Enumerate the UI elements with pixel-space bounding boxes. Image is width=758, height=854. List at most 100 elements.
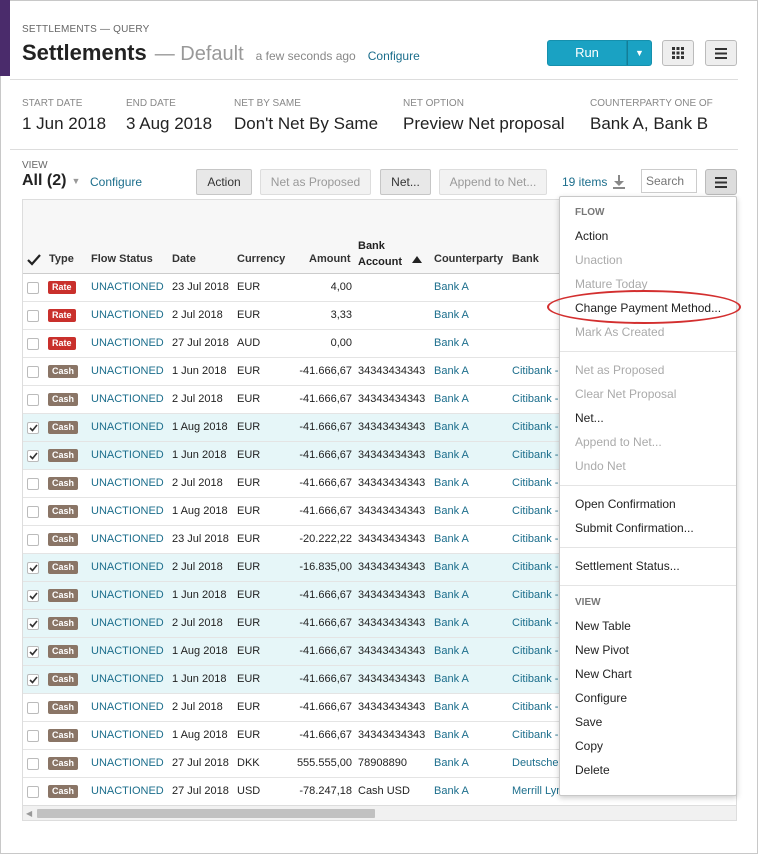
menu-item-unaction[interactable]: Unaction [575,253,622,267]
row-checkbox[interactable] [27,758,39,770]
counterparty-cell[interactable]: Bank A [434,666,469,693]
amount-cell: -41.666,67 [299,701,352,713]
col-date[interactable]: Date [172,253,196,265]
counterparty-cell[interactable]: Bank A [434,638,469,665]
row-checkbox[interactable] [27,730,39,742]
menu-item-new-chart[interactable]: New Chart [575,667,632,681]
menu-item-copy[interactable]: Copy [575,739,603,753]
row-checkbox[interactable] [27,394,39,406]
menu-item-mature-today[interactable]: Mature Today [575,277,648,291]
menu-item-clear-net-proposal[interactable]: Clear Net Proposal [575,387,676,401]
counterparty-cell[interactable]: Bank A [434,694,469,721]
sort-ascending-icon[interactable] [412,256,422,263]
col-bank[interactable]: Bank [512,253,539,265]
flow-status-cell: UNACTIONED [91,701,164,713]
menu-item-change-payment-method[interactable]: Change Payment Method... [575,301,721,315]
action-button[interactable]: Action [196,169,252,195]
net-as-proposed-button[interactable]: Net as Proposed [260,169,371,195]
bank-account-cell: 34343434343 [358,449,426,461]
run-query-button[interactable]: Run Query [547,40,627,84]
counterparty-cell[interactable]: Bank A [434,498,469,525]
col-counterparty[interactable]: Counterparty [434,253,503,265]
col-flow-status[interactable]: Flow Status [91,253,153,265]
select-all-checkmark-icon[interactable] [27,254,41,266]
counterparty-cell[interactable]: Bank A [434,470,469,497]
counterparty-cell[interactable]: Bank A [434,610,469,637]
download-icon[interactable] [613,175,626,189]
row-checkbox[interactable] [27,478,39,490]
counterparty-cell[interactable]: Bank A [434,778,469,805]
row-checkbox[interactable] [27,562,39,574]
row-checkbox[interactable] [27,674,39,686]
col-bank-account[interactable]: Bank Account [358,238,402,270]
counterparty-cell[interactable]: Bank A [434,554,469,581]
param-net-option[interactable]: NET OPTION Preview Net proposal [403,98,565,134]
checkmark-icon [28,676,38,684]
row-checkbox[interactable] [27,338,39,350]
net-button[interactable]: Net... [380,169,431,195]
configure-query-link[interactable]: Configure [368,49,420,63]
menu-item-submit-confirmation[interactable]: Submit Confirmation... [575,521,694,535]
counterparty-cell[interactable]: Bank A [434,442,469,469]
counterparty-cell[interactable]: Bank A [434,526,469,553]
menu-item-open-confirmation[interactable]: Open Confirmation [575,497,676,511]
view-selector[interactable]: All (2) ▼ [22,172,80,190]
counterparty-cell[interactable]: Bank A [434,582,469,609]
row-checkbox[interactable] [27,786,39,798]
counterparty-cell[interactable]: Bank A [434,386,469,413]
row-checkbox[interactable] [27,422,39,434]
row-checkbox[interactable] [27,282,39,294]
menu-item-new-table[interactable]: New Table [575,619,631,633]
scroll-left-icon[interactable]: ◀ [26,809,32,818]
counterparty-cell[interactable]: Bank A [434,722,469,749]
page-menu-button[interactable] [705,40,737,66]
menu-item-new-pivot[interactable]: New Pivot [575,643,629,657]
menu-item-append-to-net[interactable]: Append to Net... [575,435,662,449]
col-currency[interactable]: Currency [237,253,285,265]
run-query-dropdown-icon[interactable]: ▼ [627,40,652,66]
menu-item-net-as-proposed[interactable]: Net as Proposed [575,363,664,377]
currency-cell: EUR [237,589,261,601]
counterparty-cell[interactable]: Bank A [434,302,469,329]
counterparty-cell[interactable]: Bank A [434,414,469,441]
row-checkbox[interactable] [27,450,39,462]
row-checkbox[interactable] [27,310,39,322]
param-net-by-same[interactable]: NET BY SAME Don't Net By Same [234,98,378,134]
append-to-net-button[interactable]: Append to Net... [439,169,547,195]
view-configure-link[interactable]: Configure [90,175,142,189]
menu-item-configure[interactable]: Configure [575,691,627,705]
row-checkbox[interactable] [27,618,39,630]
col-amount[interactable]: Amount [309,253,351,265]
row-checkbox[interactable] [27,506,39,518]
param-end-date[interactable]: END DATE 3 Aug 2018 [126,98,212,134]
menu-item-net[interactable]: Net... [575,411,604,425]
menu-item-action[interactable]: Action [575,229,608,243]
row-checkbox[interactable] [27,646,39,658]
row-checkbox[interactable] [27,702,39,714]
grid-view-button[interactable] [662,40,694,66]
items-count[interactable]: 19 items [562,175,626,189]
menu-item-save[interactable]: Save [575,715,602,729]
counterparty-cell[interactable]: Bank A [434,358,469,385]
counterparty-cell[interactable]: Bank A [434,750,469,777]
param-start-date[interactable]: START DATE 1 Jun 2018 [22,98,106,134]
param-counterparty[interactable]: COUNTERPARTY ONE OF Bank A, Bank B [590,98,713,134]
table-menu-button[interactable] [705,169,737,195]
scrollbar-thumb[interactable] [37,809,375,818]
amount-cell: 0,00 [330,337,352,349]
col-type[interactable]: Type [49,253,74,265]
row-checkbox[interactable] [27,366,39,378]
menu-item-mark-as-created[interactable]: Mark As Created [575,325,664,339]
search-input[interactable] [641,169,697,193]
menu-item-settlement-status[interactable]: Settlement Status... [575,559,680,573]
row-checkbox[interactable] [27,590,39,602]
counterparty-cell[interactable]: Bank A [434,274,469,301]
row-checkbox[interactable] [27,534,39,546]
menu-item-delete[interactable]: Delete [575,763,610,777]
menu-item-undo-net[interactable]: Undo Net [575,459,626,473]
counterparty-cell[interactable]: Bank A [434,330,469,357]
horizontal-scrollbar[interactable]: ◀ [23,805,736,820]
type-badge: Cash [48,757,79,770]
flow-status-cell: UNACTIONED [91,673,164,685]
type-badge: Cash [48,477,79,490]
